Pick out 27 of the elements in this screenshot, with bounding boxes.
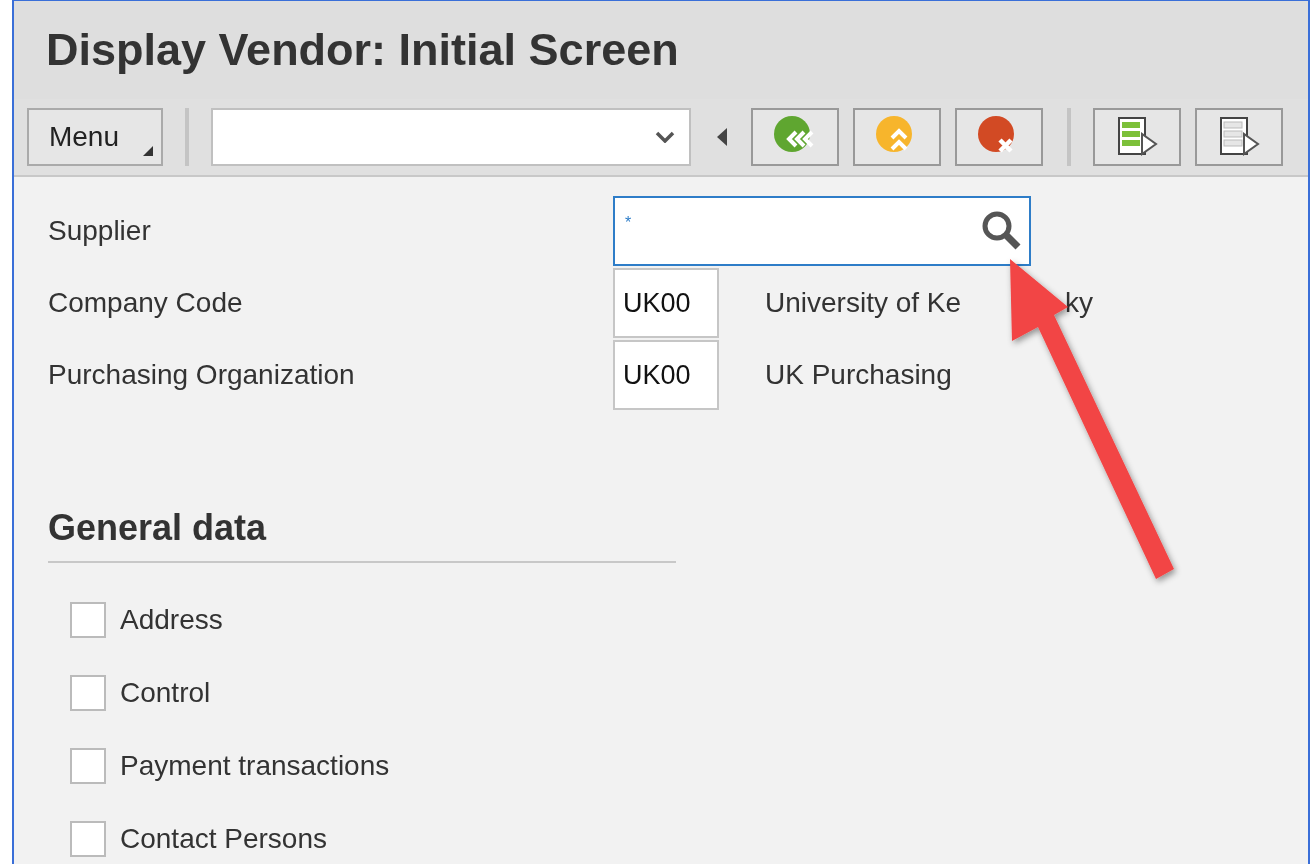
checkbox[interactable] bbox=[70, 601, 106, 638]
toolbar-button[interactable] bbox=[1093, 108, 1181, 166]
field-label: Company Code bbox=[48, 287, 244, 319]
description-text: University of Ke bbox=[765, 287, 962, 319]
checkbox-label: Contact Persons bbox=[120, 822, 327, 855]
description-text: ky bbox=[1065, 287, 1094, 319]
checkbox-label: Control bbox=[120, 676, 211, 709]
supplier-field[interactable]: * bbox=[613, 196, 1031, 266]
checkbox[interactable] bbox=[70, 674, 106, 711]
required-mark: * bbox=[625, 214, 632, 232]
checkbox[interactable] bbox=[70, 820, 106, 857]
chevron-down-icon bbox=[655, 131, 675, 143]
field-label: Supplier bbox=[48, 215, 152, 247]
code-field[interactable]: UK00 bbox=[613, 268, 719, 338]
window-title: Display Vendor: Initial Screen bbox=[46, 24, 679, 76]
field-label: Purchasing Organization bbox=[48, 359, 356, 391]
menu-button[interactable]: Menu bbox=[27, 108, 163, 166]
command-field[interactable] bbox=[211, 108, 691, 166]
section-title: General data bbox=[48, 507, 676, 563]
description-text: UK Purchasing bbox=[765, 359, 952, 391]
checkbox[interactable] bbox=[70, 747, 106, 784]
code-field[interactable]: UK00 bbox=[613, 340, 719, 410]
checkbox-label: Address bbox=[120, 603, 223, 636]
triangle-left-icon[interactable] bbox=[717, 128, 727, 146]
corner-icon bbox=[143, 146, 153, 156]
toolbar-button[interactable] bbox=[1195, 108, 1283, 166]
checkbox-label: Payment transactions bbox=[120, 749, 390, 782]
